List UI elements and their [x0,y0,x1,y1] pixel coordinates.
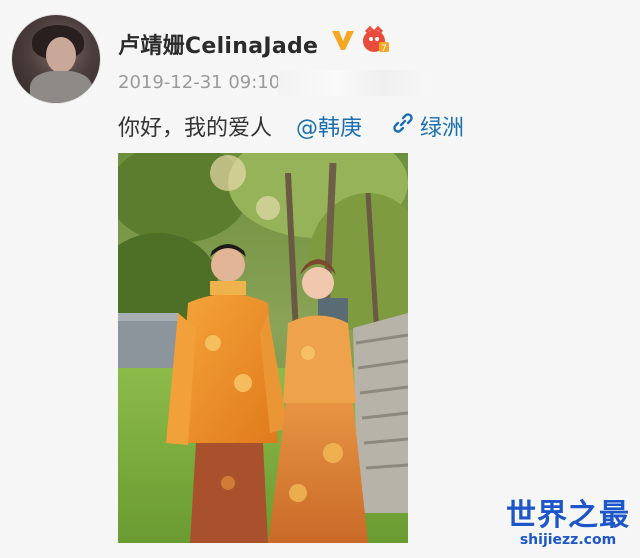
watermark-url: shijiezz.com [519,532,617,548]
mention-link[interactable]: @韩庚 [296,110,362,142]
username[interactable]: 卢靖姗CelinaJade [118,28,318,60]
watermark-title: 世界之最 [506,498,630,533]
svg-text:7: 7 [381,44,387,54]
avatar-body [30,71,92,103]
post-text: 你好，我的爱人 [118,116,273,141]
location-link[interactable]: 绿洲 [420,110,464,142]
watermark: 世界之最 shijiezz.com [506,498,630,549]
wedding-photo[interactable] [118,153,408,543]
verified-v-icon[interactable] [330,27,356,53]
link-clip-icon[interactable] [392,112,414,134]
user-avatar[interactable] [12,15,100,103]
timestamp-blur [278,70,428,96]
avatar-face [46,37,76,73]
post-timestamp: 2019-12-31 09:10 [118,72,281,93]
member-badge-icon[interactable]: 7 [360,26,390,54]
